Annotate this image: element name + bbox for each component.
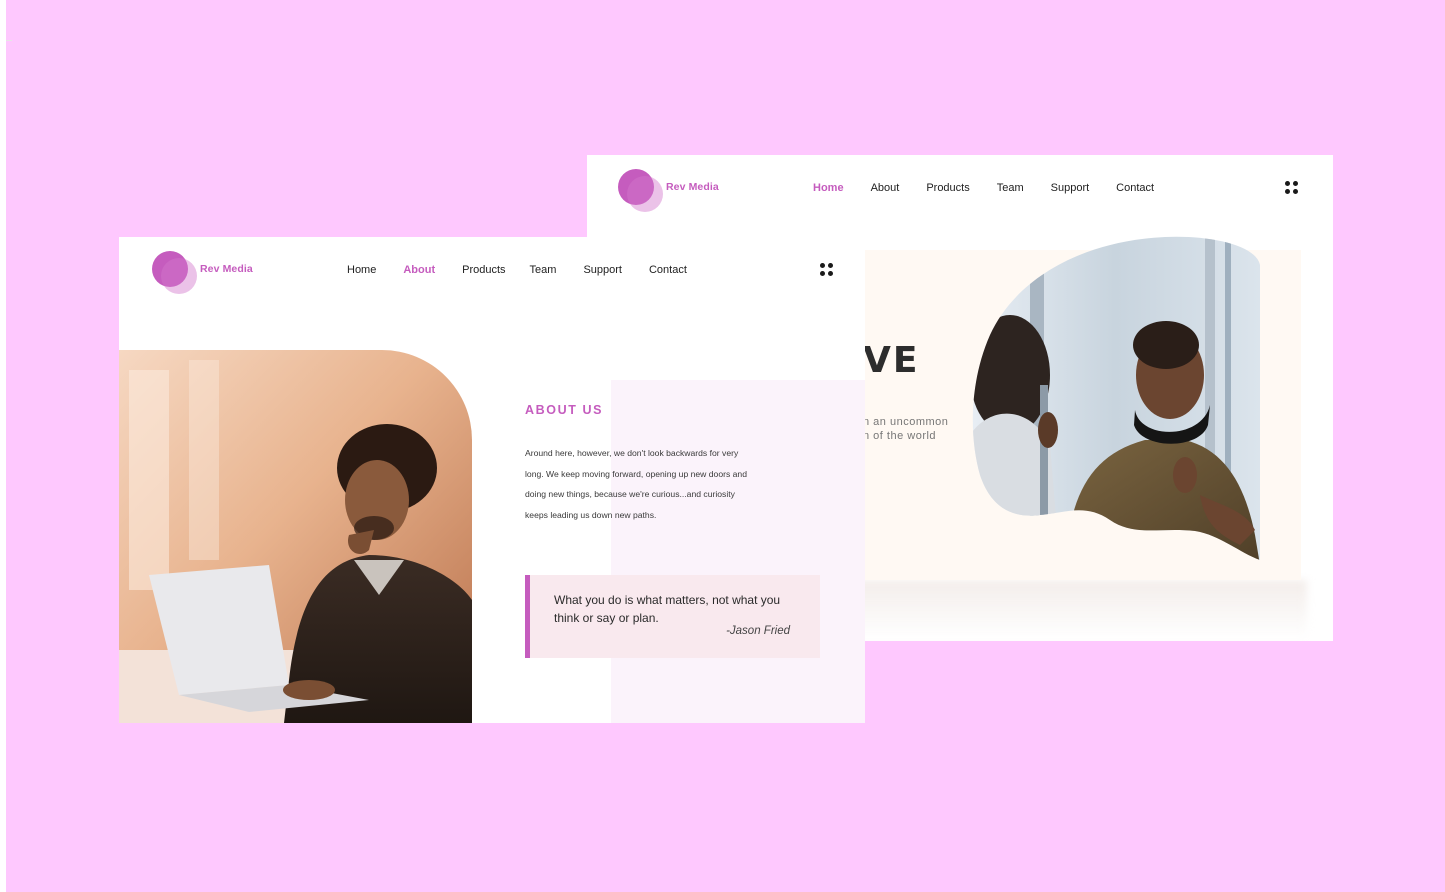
- about-slide: Rev Media Home About Products Team Suppo…: [119, 237, 865, 723]
- nav-item-team[interactable]: Team: [530, 264, 557, 276]
- about-body-line: keeps leading us down new paths.: [525, 510, 657, 521]
- about-body: Around here, however, we don't look back…: [525, 443, 785, 526]
- nav-item-team[interactable]: Team: [997, 182, 1024, 194]
- nav-item-support[interactable]: Support: [1051, 182, 1090, 194]
- hero-subtext-line: n an uncommon: [863, 416, 949, 428]
- about-body-line: long. We keep moving forward, opening up…: [525, 468, 747, 479]
- about-body-line: Around here, however, we don't look back…: [525, 448, 739, 458]
- nav-item-about[interactable]: About: [871, 182, 900, 194]
- nav-item-support[interactable]: Support: [583, 264, 622, 276]
- main-nav: Home About Products Team Support Contact: [347, 264, 687, 276]
- grid-dots-icon[interactable]: [820, 263, 834, 277]
- hero-subtext-line: n of the world: [863, 430, 937, 442]
- logo-circle-overlay-icon: [161, 258, 197, 294]
- about-title: ABOUT US: [525, 403, 604, 417]
- hero-headline: VE: [863, 340, 920, 381]
- about-photo: [119, 350, 472, 723]
- about-panel-background: [611, 380, 865, 723]
- man-thinking-image: [119, 350, 472, 723]
- nav-item-products[interactable]: Products: [462, 264, 505, 276]
- nav-item-contact[interactable]: Contact: [1116, 182, 1154, 194]
- nav-item-home[interactable]: Home: [813, 182, 844, 194]
- hero-subtext: n an uncommon n of the world: [863, 415, 948, 443]
- main-nav: Home About Products Team Support Contact: [813, 182, 1154, 194]
- nav-item-contact[interactable]: Contact: [649, 264, 687, 276]
- about-body-line: doing new things, because we're curious.…: [525, 489, 735, 500]
- nav-item-about[interactable]: About: [403, 264, 435, 276]
- brand-name: Rev Media: [200, 263, 253, 275]
- nav-item-products[interactable]: Products: [926, 182, 969, 194]
- hero-shadow: [847, 580, 1307, 640]
- quote-text: What you do is what matters, not what yo…: [554, 593, 781, 625]
- nav-item-home[interactable]: Home: [347, 264, 376, 276]
- grid-dots-icon[interactable]: [1285, 181, 1299, 195]
- edge-line: [6, 40, 12, 41]
- brand-name: Rev Media: [666, 181, 719, 193]
- hero-blob-image: [972, 236, 1260, 560]
- quote-box: What you do is what matters, not what yo…: [525, 575, 820, 658]
- logo-circle-overlay-icon: [627, 176, 663, 212]
- quote-author: -Jason Fried: [726, 625, 790, 637]
